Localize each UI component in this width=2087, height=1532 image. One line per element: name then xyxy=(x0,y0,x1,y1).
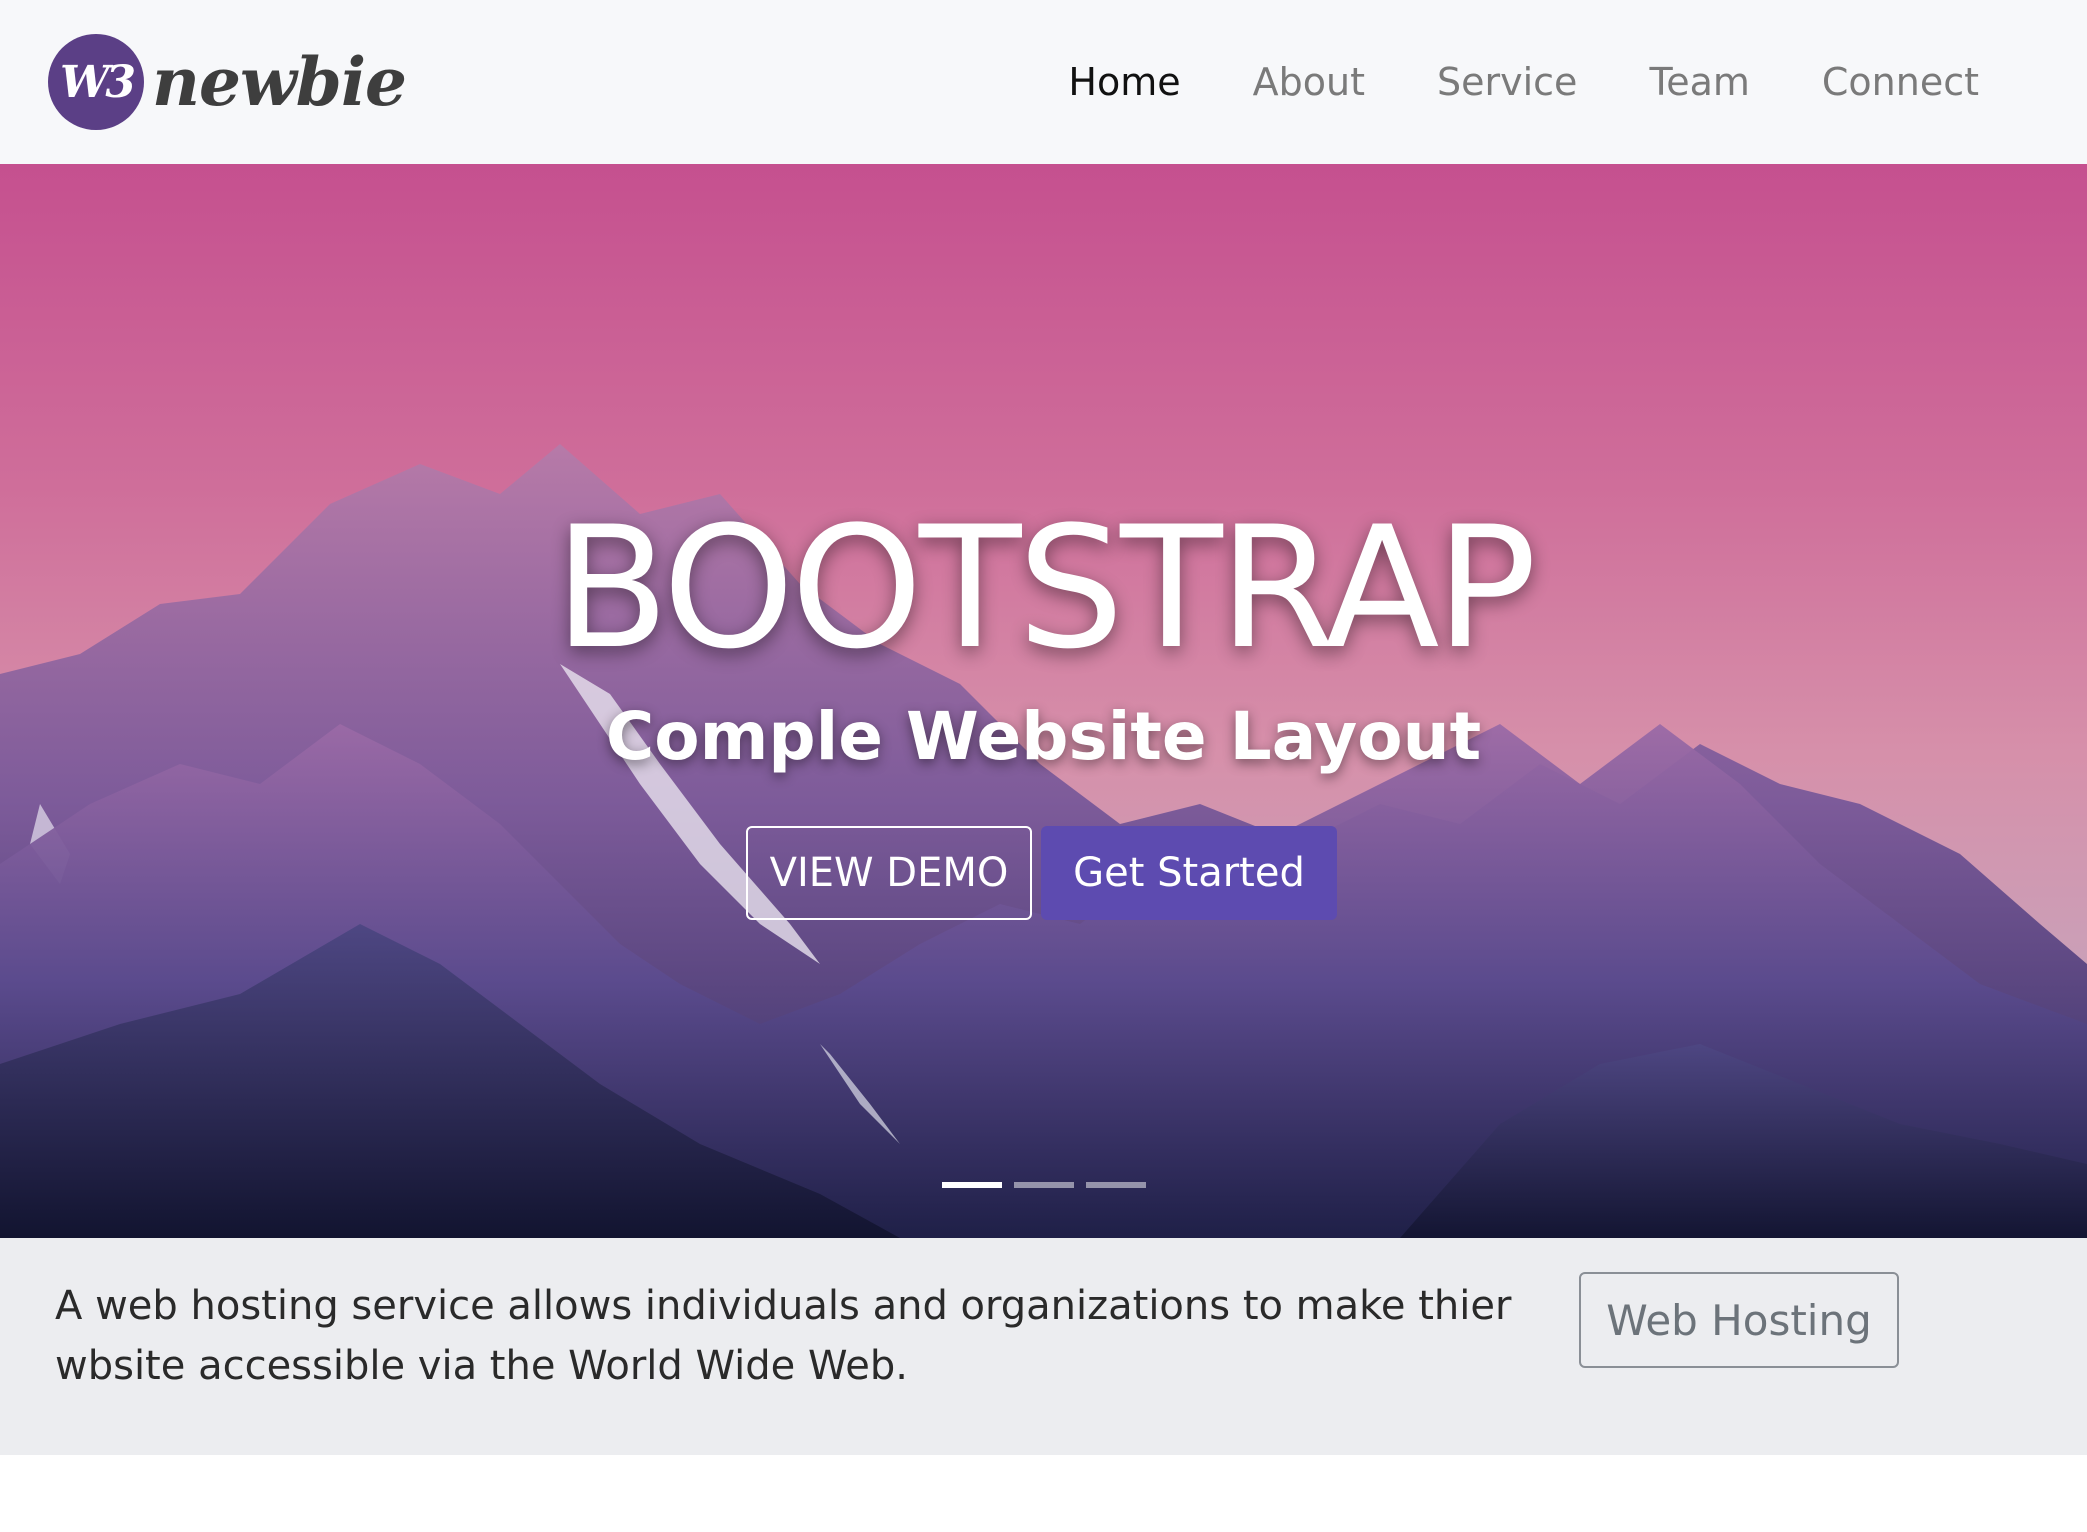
carousel-indicator-2[interactable] xyxy=(1013,1182,1074,1188)
nav-item-team[interactable]: Team xyxy=(1649,60,1749,104)
brand-name: newbie xyxy=(152,43,407,121)
get-started-button[interactable]: Get Started xyxy=(1041,826,1337,920)
logo-badge-icon: W3 xyxy=(48,34,144,130)
carousel-indicators xyxy=(0,1182,2087,1188)
nav-item-service[interactable]: Service xyxy=(1437,60,1577,104)
nav-item-about[interactable]: About xyxy=(1253,60,1365,104)
nav-menu: Home About Service Team Connect xyxy=(1068,0,1979,164)
logo-badge-text: W3 xyxy=(59,56,136,108)
navbar: W3 newbie Home About Service Team Connec… xyxy=(0,0,2087,164)
web-hosting-button[interactable]: Web Hosting xyxy=(1579,1272,1899,1368)
info-banner: A web hosting service allows individuals… xyxy=(0,1238,2087,1455)
hero-subtitle: Comple Website Layout xyxy=(605,698,1482,775)
carousel-indicator-1[interactable] xyxy=(941,1182,1002,1188)
info-description: A web hosting service allows individuals… xyxy=(55,1283,1512,1389)
view-demo-button[interactable]: VIEW DEMO xyxy=(746,826,1032,920)
nav-item-connect[interactable]: Connect xyxy=(1822,60,1979,104)
hero-title: BOOTSTRAP xyxy=(554,490,1537,686)
nav-item-home[interactable]: Home xyxy=(1068,60,1180,104)
carousel-indicator-3[interactable] xyxy=(1085,1182,1146,1188)
brand-logo[interactable]: W3 newbie xyxy=(48,30,407,134)
hero-carousel: BOOTSTRAP Comple Website Layout VIEW DEM… xyxy=(0,164,2087,1238)
